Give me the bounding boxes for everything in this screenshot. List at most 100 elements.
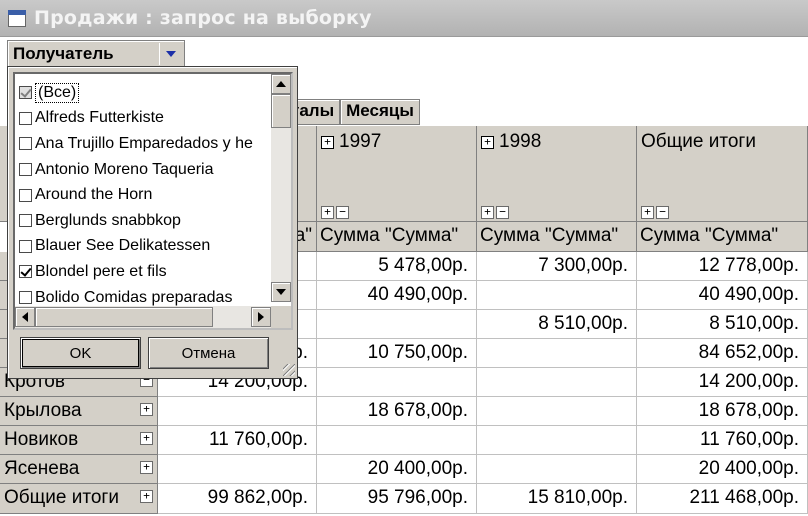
ok-button[interactable]: OK — [20, 337, 141, 369]
row-header[interactable]: Новиков + — [0, 426, 158, 455]
expand-row-icon[interactable]: + — [140, 432, 153, 445]
list-item[interactable]: Blondel pere et fils — [19, 259, 271, 285]
expand-row-icon[interactable]: + — [140, 461, 153, 474]
total-cell[interactable]: 20 400,00р. — [637, 455, 808, 484]
data-cell[interactable]: 5 478,00р. — [317, 252, 477, 281]
horizontal-scrollbar[interactable] — [15, 306, 271, 328]
arrow-left-icon — [22, 312, 28, 322]
grand-total-cell[interactable]: 95 796,00р. — [317, 484, 477, 514]
checkbox[interactable] — [19, 111, 32, 125]
scroll-up-button[interactable] — [271, 74, 291, 94]
expand-collapse-controls: + − — [481, 206, 509, 219]
data-cell[interactable] — [477, 339, 637, 368]
year-label: 1997 — [339, 131, 382, 152]
data-cell[interactable] — [477, 281, 637, 310]
data-cell[interactable] — [158, 397, 317, 426]
total-cell[interactable]: 11 760,00р. — [637, 426, 808, 455]
list-item[interactable]: Antonio Moreno Taqueria — [19, 157, 271, 183]
recipient-checklist[interactable]: (Все) Alfreds Futterkiste Ana Trujillo E… — [13, 72, 293, 330]
list-item[interactable]: Alfreds Futterkiste — [19, 106, 271, 132]
list-item[interactable]: Berglunds snabbkop — [19, 208, 271, 234]
horizontal-scroll-thumb[interactable] — [35, 307, 213, 327]
recipient-filter-popup: (Все) Alfreds Futterkiste Ana Trujillo E… — [7, 66, 298, 379]
expand-row-icon[interactable]: + — [140, 490, 153, 503]
expand-collapse-controls: + − — [321, 206, 349, 219]
total-cell[interactable]: 40 490,00р. — [637, 281, 808, 310]
cancel-button[interactable]: Отмена — [148, 337, 269, 369]
expand-year-icon[interactable]: + — [321, 136, 334, 149]
checkbox[interactable] — [19, 137, 32, 151]
total-cell[interactable]: 8 510,00р. — [637, 310, 808, 339]
arrow-up-icon — [276, 81, 286, 87]
data-cell[interactable]: 10 750,00р. — [317, 339, 477, 368]
list-item[interactable]: Blauer See Delikatessen — [19, 234, 271, 260]
arrow-down-icon — [276, 289, 286, 295]
collapse-icon[interactable]: − — [656, 206, 669, 219]
grand-total-header: Общие итоги + − — [637, 126, 808, 222]
recipient-filter-field[interactable]: Получатель — [7, 40, 185, 68]
data-cell[interactable] — [317, 426, 477, 455]
total-cell[interactable]: 12 778,00р. — [637, 252, 808, 281]
recipient-field-label: Получатель — [13, 44, 114, 63]
year-label: 1998 — [499, 131, 542, 152]
row-header-grand-total[interactable]: Общие итоги + — [0, 484, 158, 514]
data-cell[interactable] — [158, 455, 317, 484]
data-cell[interactable]: 8 510,00р. — [477, 310, 637, 339]
data-cell[interactable] — [477, 368, 637, 397]
grand-total-header-label: Общие итоги — [641, 131, 756, 152]
collapse-icon[interactable]: − — [336, 206, 349, 219]
checkbox[interactable] — [19, 214, 32, 228]
data-cell[interactable] — [317, 368, 477, 397]
grand-total-cell[interactable]: 99 862,00р. — [158, 484, 317, 514]
total-cell[interactable]: 14 200,00р. — [637, 368, 808, 397]
vertical-scroll-thumb[interactable] — [271, 94, 291, 128]
data-cell[interactable] — [477, 426, 637, 455]
scroll-left-button[interactable] — [15, 307, 35, 327]
data-cell[interactable]: 11 760,00р. — [158, 426, 317, 455]
data-cell[interactable]: 18 678,00р. — [317, 397, 477, 426]
scroll-down-button[interactable] — [271, 282, 291, 302]
measure-header: Сумма "Сумма" — [637, 222, 808, 252]
collapse-icon[interactable]: − — [496, 206, 509, 219]
checkbox[interactable] — [19, 291, 32, 305]
window-title: Продажи : запрос на выборку — [34, 7, 372, 29]
measure-header: Сумма "Сумма" — [317, 222, 477, 252]
expand-year-icon[interactable]: + — [481, 136, 494, 149]
checkbox[interactable] — [19, 239, 32, 253]
dropdown-arrow-button[interactable] — [159, 43, 182, 65]
list-item-all[interactable]: (Все) — [19, 80, 271, 106]
data-cell[interactable]: 20 400,00р. — [317, 455, 477, 484]
resize-grip-icon[interactable] — [283, 364, 295, 376]
year-header-1998[interactable]: +1998 + − — [477, 126, 637, 222]
total-cell[interactable]: 84 652,00р. — [637, 339, 808, 368]
data-cell[interactable]: 40 490,00р. — [317, 281, 477, 310]
chevron-down-icon — [166, 51, 176, 57]
months-field-button[interactable]: Месяцы — [340, 99, 420, 125]
title-bar: Продажи : запрос на выборку — [0, 0, 808, 37]
checkbox[interactable] — [19, 163, 32, 177]
year-header-1997[interactable]: +1997 + − — [317, 126, 477, 222]
checkbox-checked[interactable] — [19, 265, 32, 279]
row-header[interactable]: Ясенева + — [0, 455, 158, 484]
vertical-scrollbar[interactable] — [271, 74, 291, 302]
grand-total-cell[interactable]: 211 468,00р. — [637, 484, 808, 514]
checkbox-all[interactable] — [19, 86, 32, 100]
expand-icon[interactable]: + — [641, 206, 654, 219]
expand-icon[interactable]: + — [481, 206, 494, 219]
measure-header: Сумма "Сумма" — [477, 222, 637, 252]
data-cell[interactable] — [317, 310, 477, 339]
list-item[interactable]: Around the Horn — [19, 182, 271, 208]
expand-icon[interactable]: + — [321, 206, 334, 219]
total-cell[interactable]: 18 678,00р. — [637, 397, 808, 426]
list-item[interactable]: Ana Trujillo Emparedados y he — [19, 131, 271, 157]
data-cell[interactable] — [477, 397, 637, 426]
arrow-right-icon — [258, 312, 264, 322]
row-header[interactable]: Крылова + — [0, 397, 158, 426]
scroll-right-button[interactable] — [251, 307, 271, 327]
data-cell[interactable]: 7 300,00р. — [477, 252, 637, 281]
checkbox[interactable] — [19, 188, 32, 202]
data-cell[interactable] — [477, 455, 637, 484]
expand-row-icon[interactable]: + — [140, 403, 153, 416]
grand-total-cell[interactable]: 15 810,00р. — [477, 484, 637, 514]
scrollbar-corner — [271, 306, 291, 328]
